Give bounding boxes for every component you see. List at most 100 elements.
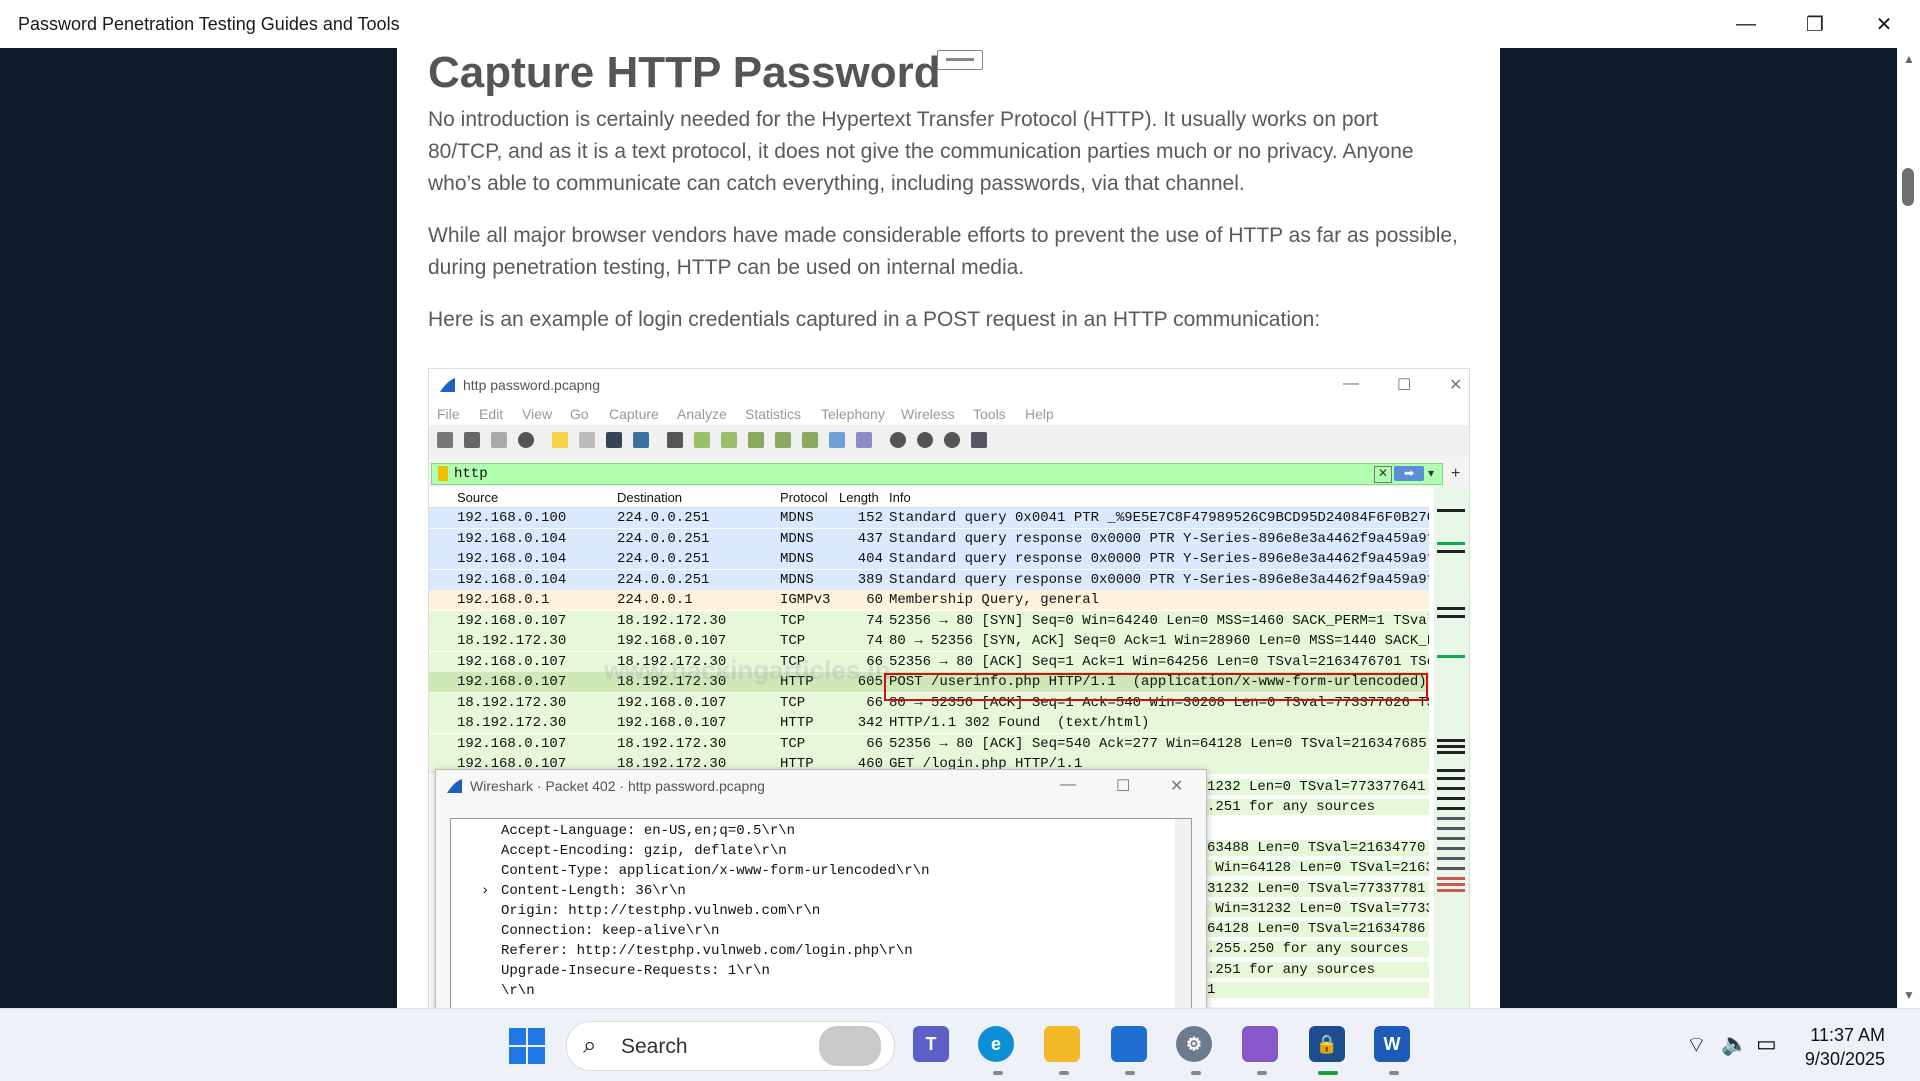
packet-cell-dst: 192.168.0.107 [617, 694, 727, 711]
packet-row[interactable]: 192.168.0.104 224.0.0.251 MDNS 389 Standard … [429, 569, 1429, 590]
packet-cell-info: Membership Query, general [889, 592, 1100, 608]
packet-cell-len: 60 [866, 592, 883, 608]
settings-icon[interactable]: ⚙ [1176, 1026, 1212, 1062]
menu-go: Go [570, 406, 589, 422]
packet-row-fragment: .251 for any sources [1207, 799, 1429, 816]
start-icon[interactable] [509, 1028, 545, 1064]
capture-options-icon [518, 432, 534, 448]
packet-cell-proto: MDNS [780, 530, 814, 547]
packet-cell-src: 192.168.0.104 [457, 571, 567, 588]
resize-columns-icon [971, 432, 987, 448]
packet-cell-len: 66 [866, 694, 883, 711]
packet-row[interactable]: 192.168.0.104 224.0.0.251 MDNS 437 Standard … [429, 528, 1429, 549]
packet-cell-len: 437 [857, 530, 883, 547]
wireshark-toolbar [429, 425, 1469, 455]
menu-view: View [522, 406, 553, 422]
packet-cell-src: 192.168.0.107 [457, 653, 567, 670]
col-source: Source [457, 490, 499, 505]
packet-cell-len: 404 [857, 551, 883, 567]
packet-cell-len: 74 [866, 612, 883, 629]
edge-icon[interactable]: e [978, 1026, 1014, 1062]
go-to-packet-icon [748, 432, 764, 448]
packet-cell-dst: 224.0.0.251 [617, 571, 710, 588]
packet-cell-proto: MDNS [780, 571, 814, 588]
packet-cell-dst: 224.0.0.1 [617, 592, 693, 608]
first-packet-icon [775, 432, 791, 448]
packet-cell-dst: 224.0.0.251 [617, 551, 710, 567]
apply-filter-icon: ➡ [1394, 466, 1424, 481]
search-icon: ⌕ [583, 1032, 597, 1059]
date: 9/30/2025 [1804, 1049, 1885, 1069]
file-explorer-icon[interactable] [1044, 1026, 1080, 1062]
packet-row[interactable]: 192.168.0.107 18.192.172.30 TCP 66 52356 → 8… [429, 733, 1429, 754]
packet-cell-proto: TCP [780, 694, 806, 711]
packet-cell-info: Standard query response 0x0000 PTR Y-Ser… [889, 551, 1429, 567]
packet-cell-info: 80 → 52356 [SYN, ACK] Seq=0 Ack=1 Win=28… [889, 633, 1429, 649]
packet-cell-src: 192.168.0.107 [457, 612, 567, 629]
teams-icon[interactable]: T [913, 1026, 949, 1062]
zoom-in-icon [890, 432, 906, 448]
paragraph-3: Here is an example of login credentials … [428, 308, 1321, 331]
clock[interactable]: 11:37 AM 9/30/2025 [1800, 1023, 1885, 1071]
word-icon[interactable]: W [1374, 1026, 1410, 1062]
volume-icon[interactable]: 🔈 [1721, 1031, 1748, 1057]
packet-row[interactable]: 18.192.172.30 192.168.0.107 TCP 74 80 → 5235… [429, 631, 1429, 651]
save-file-icon [579, 432, 595, 448]
packet-cell-src: 192.168.0.1 [457, 592, 550, 608]
paragraph-1: No introduction is certainly needed for … [428, 108, 1414, 195]
taskbar-search[interactable]: ⌕ Search [566, 1021, 895, 1071]
packet-row[interactable]: 192.168.0.107 18.192.172.30 TCP 74 52356 → 8… [429, 610, 1429, 631]
packet-row[interactable]: 18.192.172.30 192.168.0.107 HTTP 342 HTTP/1.… [429, 713, 1429, 733]
packet-cell-info: HTTP/1.1 302 Found (text/html) [889, 715, 1150, 731]
packet-list-header: Source Destination Protocol Length Info [429, 487, 1429, 508]
password-app-icon[interactable]: 🔒 [1309, 1026, 1345, 1062]
visual-studio-icon[interactable] [1242, 1026, 1278, 1062]
packet-cell-src: 192.168.0.104 [457, 551, 567, 567]
app-titlebar: Password Penetration Testing Guides and … [0, 0, 1920, 48]
packet-cell-dst: 224.0.0.251 [617, 510, 710, 526]
restart-capture-icon [491, 432, 507, 448]
time: 11:37 AM [1810, 1025, 1885, 1045]
pw-minimize-icon: — [1060, 776, 1076, 793]
packet-cell-len: 389 [857, 571, 883, 588]
packet-cell-info: 52356 → 80 [ACK] Seq=1 Ack=1 Win=64256 L… [889, 653, 1429, 670]
packet-minimap [1434, 487, 1469, 1007]
keyboard-icon[interactable] [937, 50, 983, 70]
detail-line: Referer: http://testphp.vulnweb.com/logi… [501, 943, 913, 959]
packet-cell-info: 52356 → 80 [SYN] Seq=0 Win=64240 Len=0 M… [889, 612, 1429, 629]
packet-row[interactable]: 192.168.0.107 18.192.172.30 TCP 66 52356 → 8… [429, 651, 1429, 672]
packet-row[interactable]: 192.168.0.1 224.0.0.1 IGMPv3 60 Membership Q… [429, 590, 1429, 610]
wireshark-menubar: File Edit View Go Capture Analyze Statis… [429, 401, 1469, 425]
detail-line: \r\n [501, 983, 535, 999]
koala-icon [819, 1026, 881, 1066]
paragraph-2: While all major browser vendors have mad… [428, 224, 1458, 279]
packet-cell-info: Standard query 0x0041 PTR _%9E5E7C8F4798… [889, 510, 1429, 526]
bookmark-icon [438, 466, 448, 481]
minimize-button[interactable]: — [1712, 0, 1780, 48]
restore-button[interactable]: ❐ [1781, 0, 1849, 48]
packet-cell-len: 152 [857, 510, 883, 526]
menu-wireless: Wireless [901, 406, 955, 422]
packet-cell-proto: MDNS [780, 510, 814, 526]
packet-cell-src: 192.168.0.104 [457, 530, 567, 547]
scroll-thumb[interactable] [1902, 168, 1914, 206]
packet-row[interactable]: 192.168.0.100 224.0.0.251 MDNS 152 Standard … [429, 508, 1429, 528]
scroll-up-icon[interactable]: ▲ [1903, 52, 1915, 66]
packet-row[interactable]: 192.168.0.104 224.0.0.251 MDNS 404 Standard … [429, 549, 1429, 569]
start-capture-icon [437, 432, 453, 448]
pw-maximize-icon: ☐ [1116, 778, 1131, 795]
packet-row-fragment: .251 for any sources [1207, 961, 1429, 978]
menu-telephony: Telephony [821, 406, 885, 422]
open-file-icon [552, 432, 568, 448]
menu-tools: Tools [973, 406, 1006, 422]
close-button[interactable]: ✕ [1850, 0, 1918, 48]
notepad-icon[interactable] [1111, 1026, 1147, 1062]
packet-cell-info: 52356 → 80 [ACK] Seq=540 Ack=277 Win=641… [889, 735, 1427, 752]
detail-line: Upgrade-Insecure-Requests: 1\r\n [501, 963, 770, 979]
battery-icon[interactable]: ▭ [1756, 1031, 1777, 1057]
packet-detail-tree: Accept-Language: en-US,en;q=0.5\r\n Acce… [450, 818, 1192, 1008]
scroll-down-icon[interactable]: ▼ [1903, 988, 1915, 1002]
packet-row-fragment: 1 [1207, 982, 1429, 998]
packet-row-fragment: Win=64128 Len=0 TSval=2163 [1207, 860, 1429, 877]
wifi-icon[interactable]: ⌔ [1686, 1031, 1707, 1059]
